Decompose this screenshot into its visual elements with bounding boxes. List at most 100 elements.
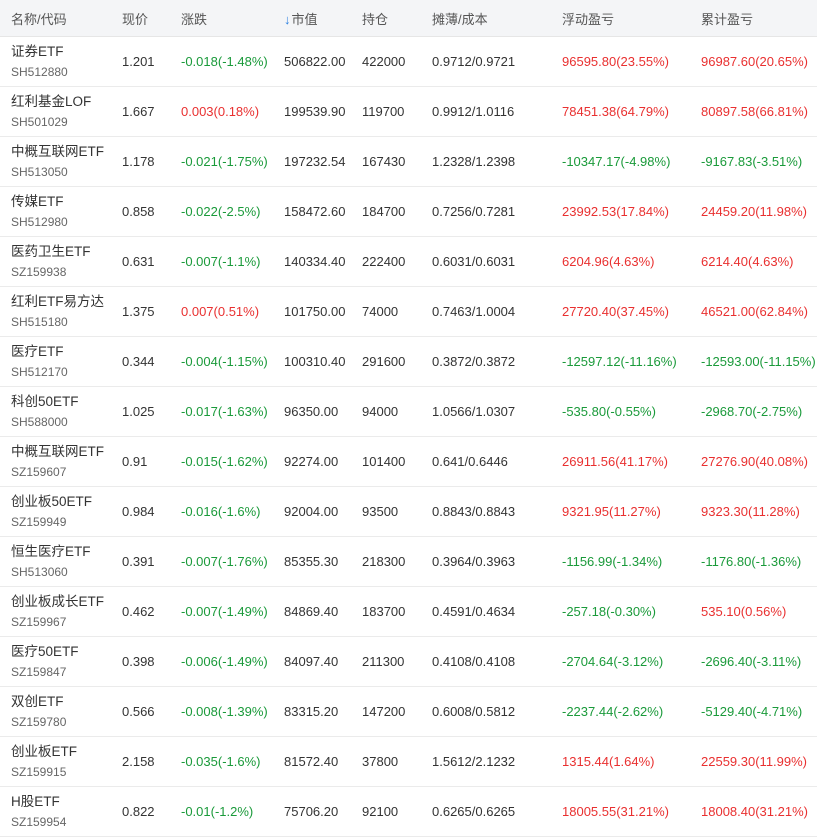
holding-cell: 119700	[362, 104, 405, 119]
change-cell: 0.003(0.18%)	[181, 104, 260, 119]
price-cell: 1.201	[122, 54, 155, 69]
table-header: 名称/代码 现价 涨跌 ↓市值 持仓 摊薄/成本 浮动盈亏 累计盈亏	[0, 0, 817, 37]
holding-cell: 74000	[362, 304, 399, 319]
column-header-name-code[interactable]: 名称/代码	[0, 9, 111, 28]
fund-name: 创业板ETF	[11, 743, 77, 759]
column-header-total-pnl[interactable]: 累计盈亏	[690, 9, 817, 28]
price-cell: 0.344	[122, 354, 155, 369]
holding-cell: 94000	[362, 404, 399, 419]
column-header-change[interactable]: 涨跌	[170, 9, 273, 28]
total-pnl-cell: -5129.40(-4.71%)	[701, 704, 803, 719]
change-cell: -0.007(-1.76%)	[181, 554, 268, 569]
total-pnl-cell: 9323.30(11.28%)	[701, 504, 800, 519]
table-row[interactable]: 红利ETF易方达 SH515180 1.375 0.007(0.51%) 101750.…	[0, 287, 817, 337]
total-pnl-cell: 27276.90(40.08%)	[701, 454, 808, 469]
price-cell: 0.391	[122, 554, 155, 569]
holdings-table: 名称/代码 现价 涨跌 ↓市值 持仓 摊薄/成本 浮动盈亏 累计盈亏 证券ETF…	[0, 0, 817, 837]
name-code-cell: 创业板ETF SZ159915	[0, 743, 111, 781]
change-cell: -0.017(-1.63%)	[181, 404, 268, 419]
table-row[interactable]: 中概互联网ETF SZ159607 0.91 -0.015(-1.62%) 92274.…	[0, 437, 817, 487]
cost-cell: 0.9912/1.0116	[432, 104, 515, 119]
fund-code: SH501029	[11, 114, 68, 129]
table-row[interactable]: 科创50ETF SH588000 1.025 -0.017(-1.63%) 96350.…	[0, 387, 817, 437]
total-pnl-cell: 46521.00(62.84%)	[701, 304, 808, 319]
price-cell: 0.462	[122, 604, 155, 619]
holding-cell: 422000	[362, 54, 406, 69]
market-value-cell: 96350.00	[284, 404, 339, 419]
cost-cell: 1.2328/1.2398	[432, 154, 516, 169]
market-value-cell: 199539.90	[284, 104, 346, 119]
fund-code: SZ159967	[11, 614, 67, 629]
holding-cell: 211300	[362, 654, 405, 669]
cost-cell: 0.6265/0.6265	[432, 804, 516, 819]
table-row[interactable]: 证券ETF SH512880 1.201 -0.018(-1.48%) 506822.0…	[0, 37, 817, 87]
column-header-float-pnl[interactable]: 浮动盈亏	[551, 9, 690, 28]
column-header-price[interactable]: 现价	[111, 9, 170, 28]
table-row[interactable]: H股ETF SZ159954 0.822 -0.01(-1.2%) 75706.20 92…	[0, 787, 817, 837]
table-row[interactable]: 医疗ETF SH512170 0.344 -0.004(-1.15%) 100310.4…	[0, 337, 817, 387]
holding-cell: 222400	[362, 254, 406, 269]
change-cell: 0.007(0.51%)	[181, 304, 260, 319]
cost-cell: 0.8843/0.8843	[432, 504, 516, 519]
change-cell: -0.008(-1.39%)	[181, 704, 268, 719]
market-value-cell: 84097.40	[284, 654, 339, 669]
name-code-cell: 医药卫生ETF SZ159938	[0, 243, 111, 281]
price-cell: 1.375	[122, 304, 155, 319]
column-header-holding[interactable]: 持仓	[351, 9, 421, 28]
table-row[interactable]: 医药卫生ETF SZ159938 0.631 -0.007(-1.1%) 140334.…	[0, 237, 817, 287]
column-header-cost[interactable]: 摊薄/成本	[421, 9, 551, 28]
table-row[interactable]: 创业板50ETF SZ159949 0.984 -0.016(-1.6%) 92004.…	[0, 487, 817, 537]
market-value-cell: 75706.20	[284, 804, 339, 819]
table-row[interactable]: 双创ETF SZ159780 0.566 -0.008(-1.39%) 83315.20…	[0, 687, 817, 737]
cost-cell: 0.641/0.6446	[432, 454, 508, 469]
price-cell: 2.158	[122, 754, 155, 769]
name-code-cell: 红利ETF易方达 SH515180	[0, 293, 111, 331]
float-pnl-cell: 78451.38(64.79%)	[562, 104, 669, 119]
change-cell: -0.004(-1.15%)	[181, 354, 268, 369]
float-pnl-cell: -12597.12(-11.16%)	[562, 354, 677, 369]
fund-code: SH515180	[11, 314, 68, 329]
cost-cell: 0.6031/0.6031	[432, 254, 516, 269]
holding-cell: 147200	[362, 704, 406, 719]
float-pnl-cell: 96595.80(23.55%)	[562, 54, 669, 69]
fund-name: 医疗ETF	[11, 343, 64, 359]
fund-name: 医疗50ETF	[11, 643, 79, 659]
table-row[interactable]: 医疗50ETF SZ159847 0.398 -0.006(-1.49%) 84097.…	[0, 637, 817, 687]
fund-name: 科创50ETF	[11, 393, 79, 409]
cost-cell: 0.4108/0.4108	[432, 654, 516, 669]
holding-cell: 183700	[362, 604, 406, 619]
fund-name: 中概互联网ETF	[11, 443, 104, 459]
market-value-cell: 84869.40	[284, 604, 339, 619]
market-value-cell: 92274.00	[284, 454, 339, 469]
table-row[interactable]: 传媒ETF SH512980 0.858 -0.022(-2.5%) 158472.60…	[0, 187, 817, 237]
change-cell: -0.035(-1.6%)	[181, 754, 261, 769]
fund-code: SZ159847	[11, 664, 67, 679]
total-pnl-cell: -2696.40(-3.11%)	[701, 654, 802, 669]
fund-code: SH512980	[11, 214, 68, 229]
fund-code: SZ159607	[11, 464, 67, 479]
market-value-cell: 101750.00	[284, 304, 346, 319]
change-cell: -0.018(-1.48%)	[181, 54, 268, 69]
table-row[interactable]: 恒生医疗ETF SH513060 0.391 -0.007(-1.76%) 85355.…	[0, 537, 817, 587]
cost-cell: 0.6008/0.5812	[432, 704, 516, 719]
market-value-cell: 100310.40	[284, 354, 346, 369]
market-value-cell: 83315.20	[284, 704, 339, 719]
column-header-market-value[interactable]: ↓市值	[273, 9, 351, 28]
fund-code: SH513060	[11, 564, 68, 579]
cost-cell: 0.7256/0.7281	[432, 204, 516, 219]
table-row[interactable]: 创业板ETF SZ159915 2.158 -0.035(-1.6%) 81572.40…	[0, 737, 817, 787]
price-cell: 0.91	[122, 454, 148, 469]
fund-name: 传媒ETF	[11, 193, 64, 209]
fund-name: 红利基金LOF	[11, 93, 92, 109]
table-row[interactable]: 红利基金LOF SH501029 1.667 0.003(0.18%) 199539.9…	[0, 87, 817, 137]
price-cell: 0.858	[122, 204, 155, 219]
table-row[interactable]: 创业板成长ETF SZ159967 0.462 -0.007(-1.49%) 84869…	[0, 587, 817, 637]
holding-cell: 37800	[362, 754, 399, 769]
float-pnl-cell: 1315.44(1.64%)	[562, 754, 655, 769]
table-row[interactable]: 中概互联网ETF SH513050 1.178 -0.021(-1.75%) 19723…	[0, 137, 817, 187]
float-pnl-cell: -2704.64(-3.12%)	[562, 654, 664, 669]
float-pnl-cell: 26911.56(41.17%)	[562, 454, 669, 469]
fund-code: SH512170	[11, 364, 68, 379]
total-pnl-cell: 96987.60(20.65%)	[701, 54, 808, 69]
fund-name: 双创ETF	[11, 693, 64, 709]
